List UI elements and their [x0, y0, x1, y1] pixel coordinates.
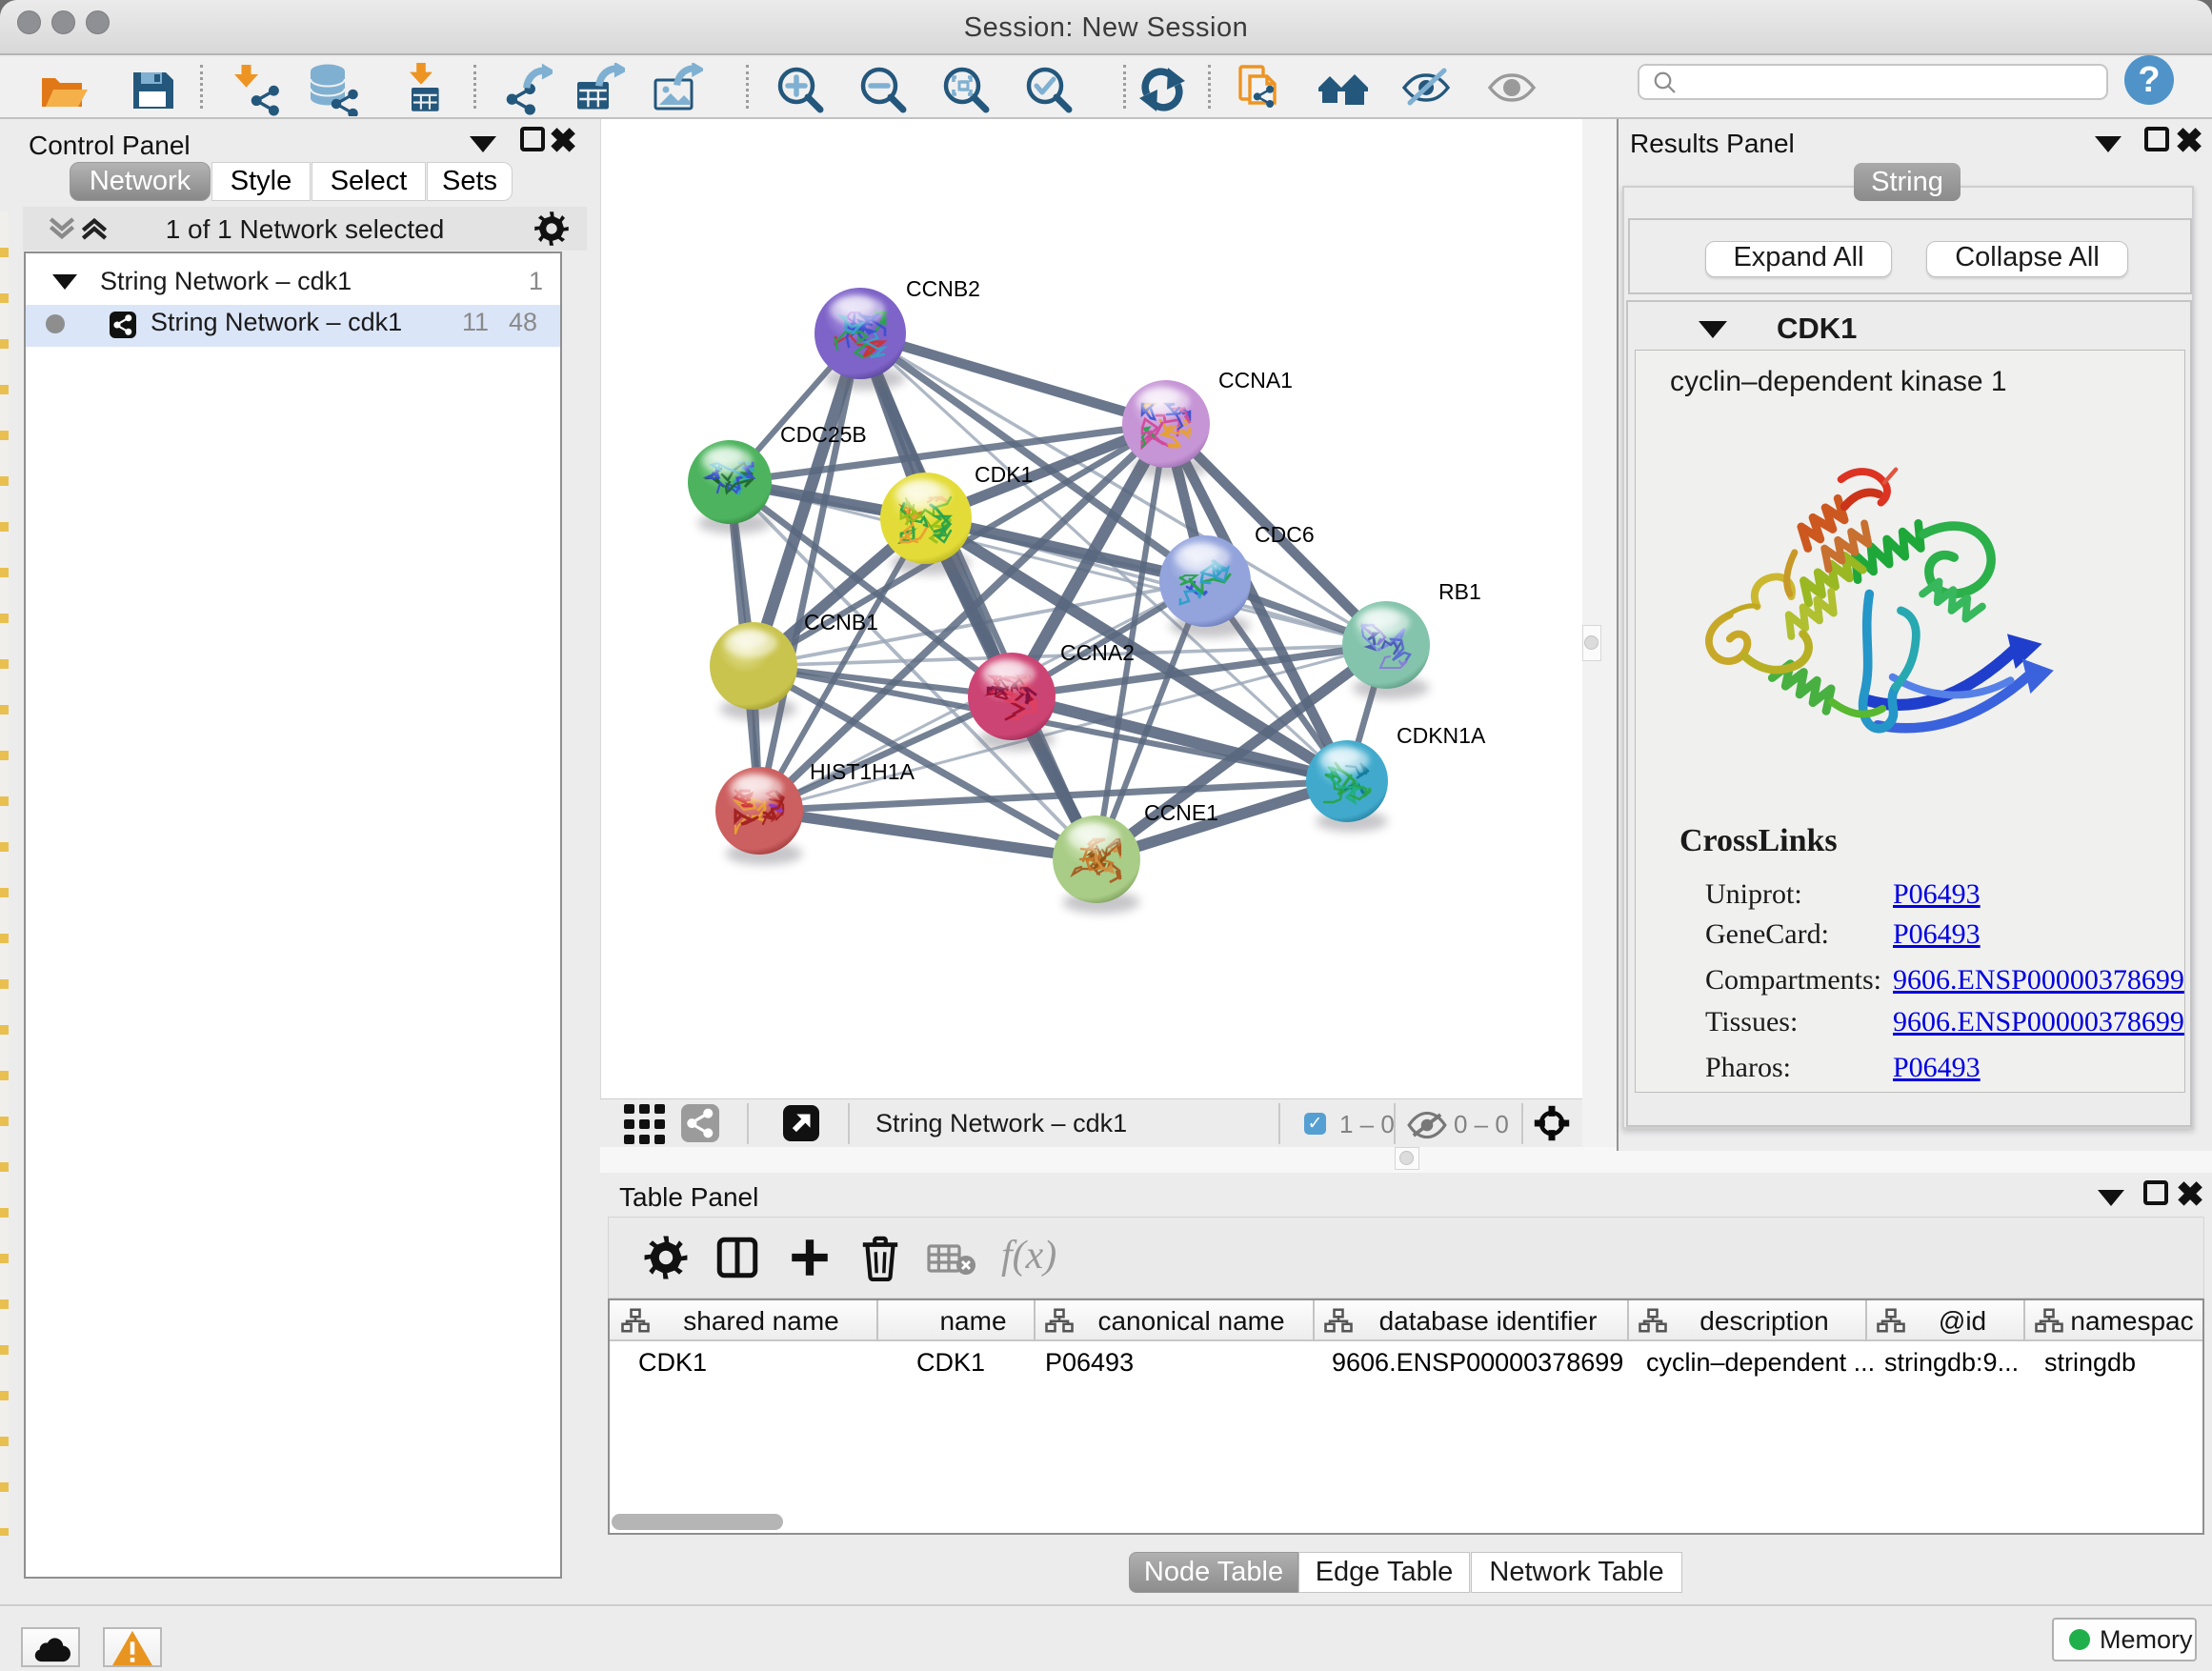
svg-text:CCNA2: CCNA2: [1060, 640, 1135, 665]
svg-text:CDK1: CDK1: [975, 462, 1033, 487]
svg-text:CDKN1A: CDKN1A: [1397, 723, 1486, 748]
svg-text:CDC6: CDC6: [1255, 522, 1315, 547]
svg-text:CDC25B: CDC25B: [780, 422, 867, 447]
svg-text:RB1: RB1: [1438, 579, 1481, 604]
svg-text:CCNB1: CCNB1: [804, 610, 878, 634]
svg-text:CCNE1: CCNE1: [1144, 800, 1218, 825]
svg-text:HIST1H1A: HIST1H1A: [810, 759, 915, 784]
svg-text:CCNA1: CCNA1: [1218, 368, 1293, 393]
svg-text:CCNB2: CCNB2: [906, 276, 980, 301]
